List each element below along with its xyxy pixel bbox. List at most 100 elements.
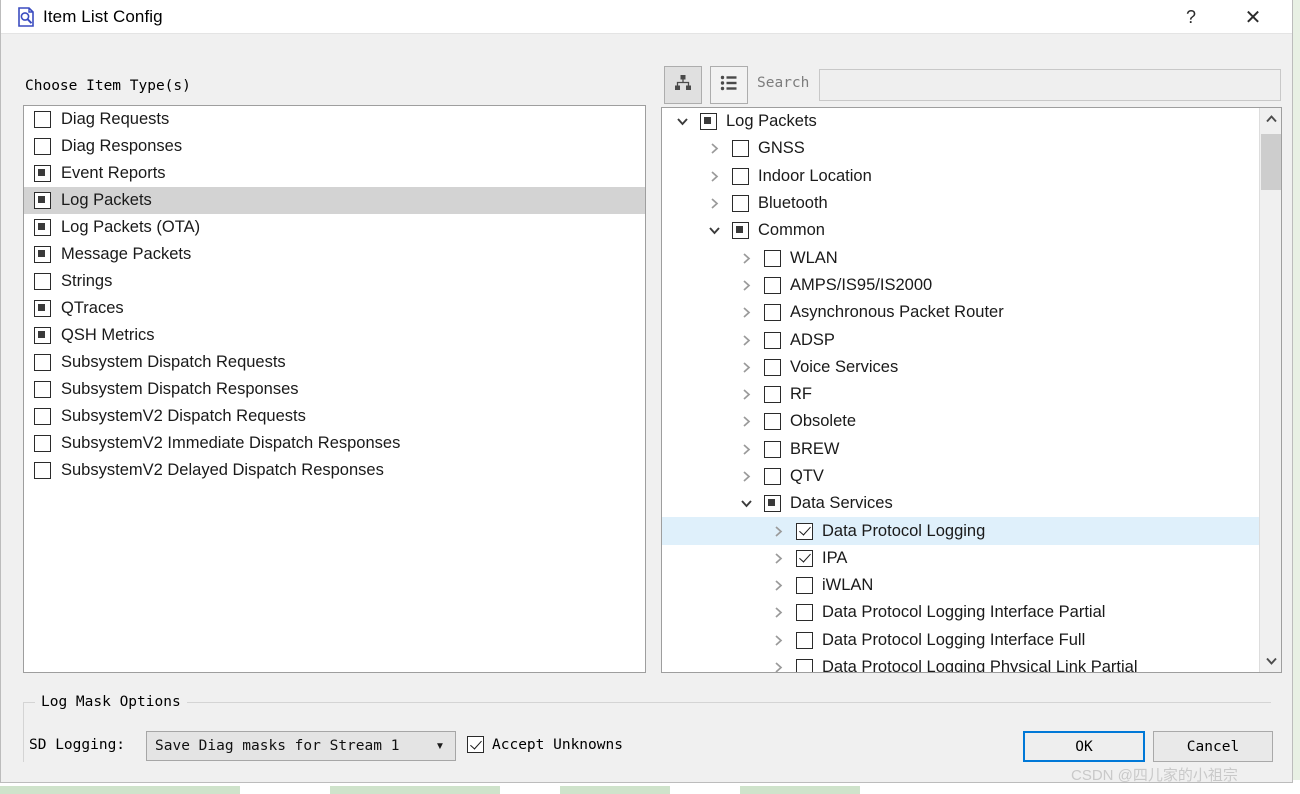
checkbox-icon[interactable] [796, 659, 813, 672]
ok-button[interactable]: OK [1023, 731, 1145, 762]
checkbox-icon[interactable] [732, 222, 749, 240]
tree-item[interactable]: Data Protocol Logging [662, 517, 1259, 545]
scroll-up-arrow[interactable] [1260, 108, 1281, 130]
chevron-right-icon[interactable] [704, 142, 724, 155]
checkbox-icon[interactable] [764, 386, 781, 404]
checkbox-icon[interactable] [34, 138, 51, 155]
checkbox-icon[interactable] [732, 167, 749, 185]
list-item[interactable]: Subsystem Dispatch Responses [24, 376, 645, 403]
checkbox-icon[interactable] [34, 408, 51, 425]
scroll-thumb[interactable] [1261, 134, 1281, 190]
list-item[interactable]: SubsystemV2 Immediate Dispatch Responses [24, 430, 645, 457]
chevron-right-icon[interactable] [736, 279, 756, 292]
checkbox-icon[interactable] [34, 381, 51, 398]
tree-item[interactable]: Common [662, 217, 1259, 244]
tree-item[interactable]: AMPS/IS95/IS2000 [662, 272, 1259, 299]
checkbox-icon[interactable] [796, 577, 813, 595]
tree-item[interactable]: Data Services [662, 490, 1259, 517]
checkbox-icon[interactable] [34, 435, 51, 452]
tree-item[interactable]: Data Protocol Logging Physical Link Part… [662, 654, 1259, 672]
chevron-right-icon[interactable] [736, 361, 756, 374]
checkbox-icon[interactable] [34, 165, 51, 182]
checkbox-icon[interactable] [34, 246, 51, 263]
checkbox-icon[interactable] [34, 192, 51, 209]
checkbox-icon[interactable] [34, 462, 51, 479]
chevron-right-icon[interactable] [736, 415, 756, 428]
chevron-right-icon[interactable] [768, 606, 788, 619]
list-item[interactable]: Diag Requests [24, 106, 645, 133]
chevron-down-icon[interactable] [672, 116, 692, 127]
checkbox-icon[interactable] [796, 631, 813, 649]
list-item[interactable]: Diag Responses [24, 133, 645, 160]
chevron-down-icon[interactable] [736, 498, 756, 509]
tree-item[interactable]: WLAN [662, 244, 1259, 271]
chevron-right-icon[interactable] [736, 252, 756, 265]
tree-vertical-scrollbar[interactable] [1259, 108, 1281, 672]
tree-item[interactable]: BREW [662, 436, 1259, 463]
tree-item[interactable]: Bluetooth [662, 190, 1259, 217]
list-item[interactable]: Event Reports [24, 160, 645, 187]
chevron-right-icon[interactable] [704, 197, 724, 210]
checkbox-icon[interactable] [34, 354, 51, 371]
list-item[interactable]: QSH Metrics [24, 322, 645, 349]
tree-item[interactable]: GNSS [662, 135, 1259, 162]
list-view-button[interactable] [710, 66, 748, 104]
list-item[interactable]: Log Packets (OTA) [24, 214, 645, 241]
chevron-right-icon[interactable] [768, 579, 788, 592]
checkbox-icon[interactable] [764, 276, 781, 294]
tree-view-button[interactable] [664, 66, 702, 104]
checkbox-icon[interactable] [764, 358, 781, 376]
search-input[interactable] [819, 69, 1281, 101]
tree-item[interactable]: QTV [662, 463, 1259, 490]
checkbox-icon[interactable] [796, 604, 813, 622]
tree-item[interactable]: ADSP [662, 326, 1259, 353]
checkbox-icon[interactable] [764, 304, 781, 322]
list-item[interactable]: QTraces [24, 295, 645, 322]
sd-logging-dropdown[interactable]: Save Diag masks for Stream 1 ▼ [146, 731, 456, 761]
close-button[interactable]: ✕ [1230, 0, 1276, 34]
chevron-right-icon[interactable] [768, 525, 788, 538]
log-packets-tree[interactable]: Log Packets GNSS Indoor Location Bluetooth C… [661, 107, 1282, 673]
list-item[interactable]: Message Packets [24, 241, 645, 268]
checkbox-icon[interactable] [796, 522, 813, 540]
cancel-button[interactable]: Cancel [1153, 731, 1273, 762]
tree-item[interactable]: Data Protocol Logging Interface Full [662, 627, 1259, 654]
list-item[interactable]: Strings [24, 268, 645, 295]
checkbox-icon[interactable] [764, 331, 781, 349]
checkbox-icon[interactable] [34, 273, 51, 290]
chevron-down-icon[interactable] [704, 225, 724, 236]
chevron-right-icon[interactable] [736, 334, 756, 347]
chevron-right-icon[interactable] [768, 661, 788, 672]
list-item[interactable]: SubsystemV2 Delayed Dispatch Responses [24, 457, 645, 484]
checkbox-icon[interactable] [700, 113, 717, 131]
checkbox-icon[interactable] [34, 111, 51, 128]
item-type-listbox[interactable]: Diag Requests Diag Responses Event Reports… [23, 105, 646, 673]
accept-unknowns-checkbox[interactable]: Accept Unknowns [467, 736, 623, 753]
list-item[interactable]: Log Packets [24, 187, 645, 214]
list-item[interactable]: SubsystemV2 Dispatch Requests [24, 403, 645, 430]
tree-item[interactable]: Obsolete [662, 408, 1259, 435]
checkbox-icon[interactable] [34, 300, 51, 317]
tree-item[interactable]: RF [662, 381, 1259, 408]
checkbox-icon[interactable] [764, 495, 781, 513]
checkbox-icon[interactable] [732, 140, 749, 158]
checkbox-icon[interactable] [764, 440, 781, 458]
scroll-down-arrow[interactable] [1260, 650, 1281, 672]
tree-item[interactable]: iWLAN [662, 572, 1259, 599]
chevron-right-icon[interactable] [768, 552, 788, 565]
checkbox-icon[interactable] [764, 468, 781, 485]
tree-item[interactable]: Data Protocol Logging Interface Partial [662, 599, 1259, 626]
tree-item[interactable]: Indoor Location [662, 163, 1259, 190]
tree-item[interactable]: Voice Services [662, 354, 1259, 381]
help-button[interactable]: ? [1168, 0, 1214, 34]
chevron-right-icon[interactable] [736, 470, 756, 483]
chevron-right-icon[interactable] [736, 443, 756, 456]
checkbox-icon[interactable] [764, 413, 781, 431]
chevron-right-icon[interactable] [736, 306, 756, 319]
chevron-right-icon[interactable] [736, 388, 756, 401]
checkbox-icon[interactable] [34, 327, 51, 344]
tree-item[interactable]: Asynchronous Packet Router [662, 299, 1259, 326]
list-item[interactable]: Subsystem Dispatch Requests [24, 349, 645, 376]
tree-item[interactable]: Log Packets [662, 108, 1259, 135]
tree-item[interactable]: IPA [662, 545, 1259, 572]
